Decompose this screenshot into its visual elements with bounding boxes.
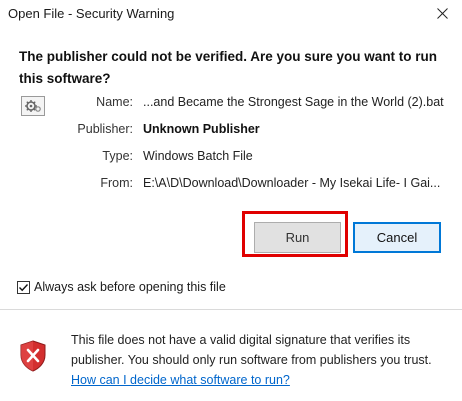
name-value: ...and Became the Strongest Sage in the … <box>143 95 444 109</box>
always-ask-checkbox[interactable] <box>17 280 30 294</box>
security-warning-dialog: Open File - Security Warning The publish… <box>0 0 462 401</box>
warning-headline: The publisher could not be verified. Are… <box>19 49 438 86</box>
close-icon <box>436 6 448 24</box>
info-row-name: Name: ...and Became the Strongest Sage i… <box>60 95 456 115</box>
type-value: Windows Batch File <box>143 149 253 163</box>
cancel-button[interactable]: Cancel <box>353 222 441 253</box>
type-label: Type: <box>102 149 133 163</box>
batch-file-gear-icon <box>21 96 45 116</box>
always-ask-option[interactable]: Always ask before opening this file <box>17 278 226 296</box>
title-bar: Open File - Security Warning <box>0 0 462 30</box>
info-row-type: Type: Windows Batch File <box>60 149 456 169</box>
info-row-from: From: E:\A\D\Download\Downloader - My Is… <box>60 176 456 196</box>
publisher-label: Publisher: <box>77 122 133 136</box>
shield-error-icon <box>19 340 47 372</box>
warning-message: This file does not have a valid digital … <box>71 330 456 390</box>
from-label: From: <box>100 176 133 190</box>
run-button[interactable]: Run <box>254 222 341 253</box>
always-ask-label[interactable]: Always ask before opening this file <box>34 280 226 294</box>
divider <box>0 309 462 310</box>
publisher-value: Unknown Publisher <box>143 122 260 136</box>
warning-text: This file does not have a valid digital … <box>71 333 432 367</box>
from-value: E:\A\D\Download\Downloader - My Isekai L… <box>143 176 441 190</box>
help-link[interactable]: How can I decide what software to run? <box>71 373 290 387</box>
window-title: Open File - Security Warning <box>8 6 175 21</box>
info-row-publisher: Publisher: Unknown Publisher <box>60 122 456 142</box>
close-button[interactable] <box>422 0 462 30</box>
name-label: Name: <box>96 95 133 109</box>
